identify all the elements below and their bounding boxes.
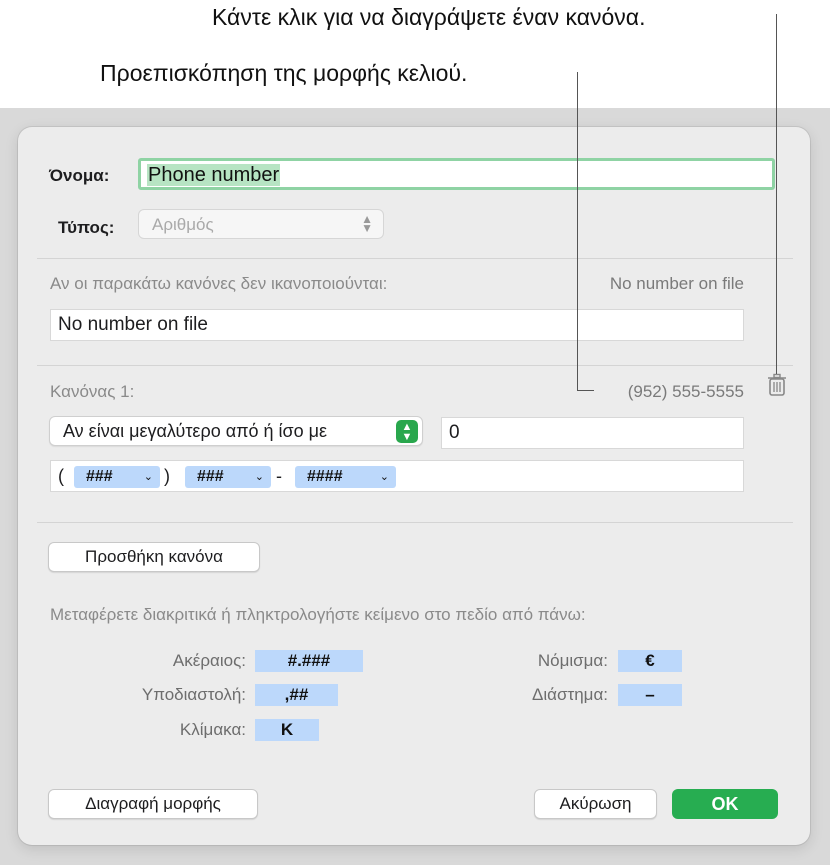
chevron-down-icon: ⌄ bbox=[254, 471, 264, 483]
rule-threshold: 0 bbox=[449, 422, 460, 443]
trash-icon[interactable] bbox=[766, 373, 788, 397]
format-token[interactable]: #### ⌄ bbox=[295, 466, 396, 488]
integer-chip[interactable]: #.### bbox=[255, 650, 363, 672]
currency-label: Νόμισμα: bbox=[537, 651, 608, 670]
type-popup[interactable]: Αριθμός ▲ ▼ bbox=[138, 209, 384, 239]
format-token[interactable]: ### ⌄ bbox=[185, 466, 271, 488]
chevron-down-icon: ⌄ bbox=[379, 471, 389, 483]
rule-condition-popup[interactable]: Αν είναι μεγαλύτερο από ή ίσο με ▲ ▼ bbox=[49, 416, 423, 446]
callout-line-preview-vert bbox=[577, 72, 578, 391]
instructions-text: Μεταφέρετε διακριτικά ή πληκτρολογήστε κ… bbox=[50, 605, 586, 624]
format-dash: - bbox=[276, 466, 282, 486]
chevron-updown-icon: ▲ ▼ bbox=[396, 420, 418, 443]
token-label: ### bbox=[197, 468, 224, 485]
callout-line-preview-horiz bbox=[577, 390, 594, 391]
callout-line-delete bbox=[776, 14, 777, 374]
fallback-preview: No number on file bbox=[609, 274, 744, 293]
type-value: Αριθμός bbox=[152, 215, 214, 234]
rule-threshold-field[interactable]: 0 bbox=[441, 417, 744, 449]
delete-format-button[interactable]: Διαγραφή μορφής bbox=[48, 789, 258, 819]
currency-chip[interactable]: € bbox=[618, 650, 682, 672]
custom-format-dialog: Όνομα: Phone number Τύπος: Αριθμός ▲ ▼ Αν… bbox=[18, 127, 810, 845]
rule-title: Κανόνας 1: bbox=[50, 382, 135, 401]
fallback-label: Αν οι παρακάτω κανόνες δεν ικανοποιούντα… bbox=[50, 274, 388, 293]
decimal-label: Υποδιαστολή: bbox=[141, 685, 246, 704]
chevron-down-icon: ⌄ bbox=[143, 471, 153, 483]
scale-label: Κλίμακα: bbox=[179, 720, 246, 739]
format-close-paren: ) bbox=[164, 466, 170, 486]
type-label: Τύπος: bbox=[58, 218, 115, 237]
rule-preview: (952) 555-5555 bbox=[627, 382, 744, 401]
format-field[interactable]: ( ### ⌄ ) ### ⌄ - #### ⌄ bbox=[50, 460, 744, 492]
scale-chip[interactable]: K bbox=[255, 719, 319, 741]
separator-rule bbox=[37, 365, 793, 366]
add-rule-button[interactable]: Προσθήκη κανόνα bbox=[48, 542, 260, 572]
cancel-button[interactable]: Ακύρωση bbox=[534, 789, 657, 819]
space-label: Διάστημα: bbox=[532, 685, 608, 704]
fallback-text-field[interactable]: No number on file bbox=[50, 309, 744, 341]
ok-button[interactable]: OK bbox=[672, 789, 778, 819]
rule-condition: Αν είναι μεγαλύτερο από ή ίσο με bbox=[63, 421, 328, 441]
callout-preview: Προεπισκόπηση της μορφής κελιού. bbox=[100, 60, 468, 86]
fallback-text-value: No number on file bbox=[58, 314, 208, 335]
chevron-updown-icon: ▲ ▼ bbox=[361, 212, 373, 235]
name-label: Όνομα: bbox=[49, 166, 110, 185]
callout-delete-rule: Κάντε κλικ για να διαγράψετε έναν κανόνα… bbox=[212, 4, 646, 30]
token-label: #### bbox=[307, 468, 343, 485]
separator-top bbox=[37, 258, 793, 259]
name-value: Phone number bbox=[147, 164, 281, 186]
format-open-paren: ( bbox=[58, 466, 64, 486]
token-label: ### bbox=[86, 468, 113, 485]
name-field[interactable]: Phone number bbox=[138, 158, 775, 190]
separator-bottom bbox=[37, 522, 793, 523]
decimal-chip[interactable]: ,## bbox=[255, 684, 338, 706]
format-token[interactable]: ### ⌄ bbox=[74, 466, 160, 488]
space-chip[interactable]: – bbox=[618, 684, 682, 706]
integer-label: Ακέραιος: bbox=[172, 651, 246, 670]
